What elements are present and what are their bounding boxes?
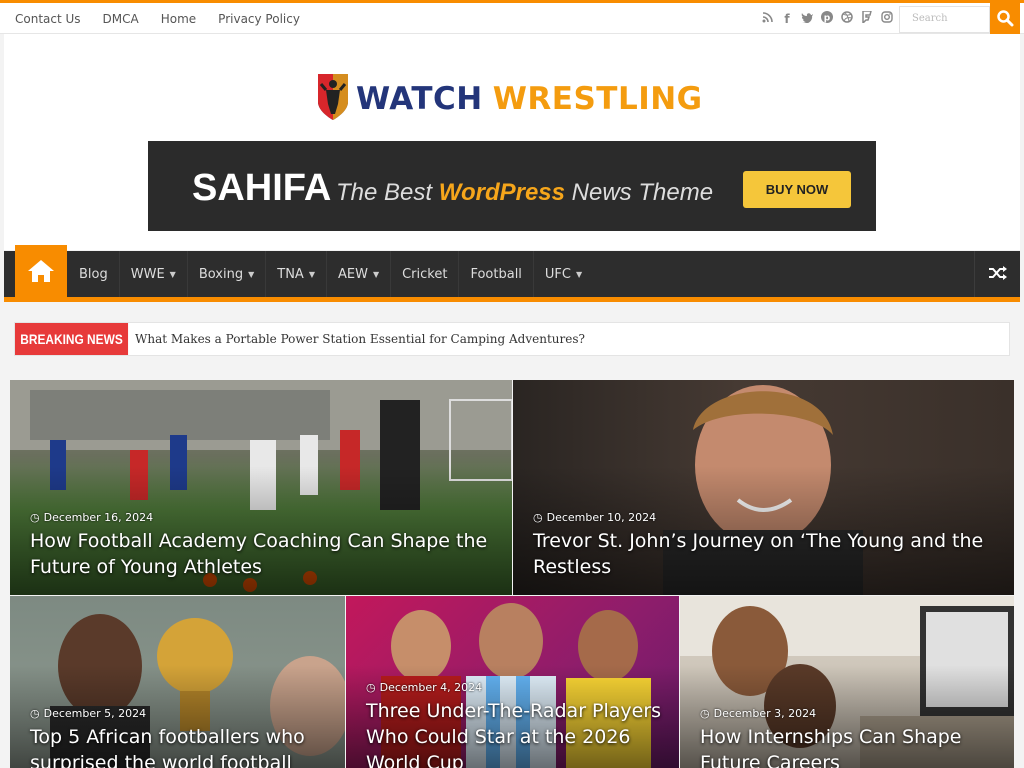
breaking-news-headline[interactable]: What Makes a Portable Power Station Esse… [135, 323, 585, 355]
nav-menu: Blog WWE ▼ Boxing ▼ TNA ▼ AEW ▼ Cricket Foot… [68, 251, 593, 297]
breaking-news-bar: BREAKING NEWS What Makes a Portable Powe… [14, 322, 1010, 356]
post-title[interactable]: How Internships Can Shape Future Careers [700, 724, 1000, 768]
main-nav: Blog WWE ▼ Boxing ▼ TNA ▼ AEW ▼ Cricket Foot… [4, 245, 1020, 302]
post-tile-3[interactable]: ◷ December 5, 2024 Top 5 African football… [10, 596, 345, 768]
post-date: ◷ December 4, 2024 [366, 681, 483, 694]
clock-icon: ◷ [30, 511, 40, 524]
post-date: ◷ December 3, 2024 [700, 707, 817, 720]
post-date: ◷ December 16, 2024 [30, 511, 154, 524]
twitter-icon[interactable] [800, 12, 814, 26]
breaking-news-label: BREAKING NEWS [15, 323, 129, 355]
home-button[interactable] [15, 245, 67, 297]
top-link-privacy-policy[interactable]: Privacy Policy [207, 12, 311, 26]
post-title[interactable]: Three Under-The-Radar Players Who Could … [366, 698, 666, 768]
nav-item-wwe[interactable]: WWE ▼ [120, 251, 188, 297]
pinterest-icon[interactable]: p [820, 11, 834, 26]
post-tile-4[interactable]: ◷ December 4, 2024 Three Under-The-Radar … [346, 596, 679, 768]
top-link-home[interactable]: Home [150, 12, 207, 26]
instagram-icon[interactable] [880, 11, 894, 26]
site-header: WATCH WRESTLING SAHIFA The Best WordPress… [4, 34, 1020, 250]
clock-icon: ◷ [366, 681, 376, 694]
top-links: Contact Us DMCA Home Privacy Policy [4, 3, 311, 34]
banner-tagline: The Best WordPress News Theme [336, 179, 714, 206]
nav-item-boxing[interactable]: Boxing ▼ [188, 251, 267, 297]
site-logo[interactable]: WATCH WRESTLING [316, 72, 703, 126]
dribbble-icon[interactable] [840, 11, 854, 26]
post-tile-5[interactable]: ◷ December 3, 2024 How Internships Can Sh… [680, 596, 1014, 768]
top-link-contact-us[interactable]: Contact Us [4, 12, 92, 26]
caret-down-icon: ▼ [308, 269, 315, 279]
buy-now-button[interactable]: BUY NOW [743, 171, 851, 208]
post-title[interactable]: Trevor St. John’s Journey on ‘The Young … [533, 528, 1003, 580]
caret-down-icon: ▼ [248, 269, 255, 279]
banner-title: SAHIFA [192, 167, 332, 209]
nav-item-tna[interactable]: TNA ▼ [266, 251, 327, 297]
wrestler-shield-icon [316, 72, 350, 126]
logo-word-watch: WATCH [356, 81, 483, 117]
rss-icon[interactable] [760, 11, 774, 26]
caret-down-icon: ▼ [169, 269, 176, 279]
top-link-dmca[interactable]: DMCA [92, 12, 150, 26]
svg-text:p: p [824, 14, 831, 24]
social-icons: f p [760, 3, 894, 34]
post-date: ◷ December 5, 2024 [30, 707, 147, 720]
post-date: ◷ December 10, 2024 [533, 511, 657, 524]
post-tile-2[interactable]: ◷ December 10, 2024 Trevor St. John’s Jou… [513, 380, 1014, 595]
search-input[interactable]: Search [899, 6, 990, 33]
clock-icon: ◷ [700, 707, 710, 720]
foursquare-icon[interactable] [860, 10, 874, 26]
facebook-icon[interactable]: f [780, 12, 794, 26]
post-title[interactable]: Top 5 African footballers who surprised … [30, 724, 330, 768]
nav-item-aew[interactable]: AEW ▼ [327, 251, 392, 297]
nav-item-football[interactable]: Football [459, 251, 534, 297]
logo-text: WATCH WRESTLING [356, 81, 703, 117]
clock-icon: ◷ [533, 511, 543, 524]
post-title[interactable]: How Football Academy Coaching Can Shape … [30, 528, 500, 580]
ad-banner[interactable]: SAHIFA The Best WordPress News Theme BUY… [148, 141, 876, 231]
caret-down-icon: ▼ [372, 269, 380, 279]
nav-item-cricket[interactable]: Cricket [391, 251, 460, 297]
clock-icon: ◷ [30, 707, 40, 720]
caret-down-icon: ▼ [576, 269, 583, 279]
top-bar: Contact Us DMCA Home Privacy Policy f p … [0, 0, 1024, 34]
post-tile-1[interactable]: ◷ December 16, 2024 How Football Academy … [10, 380, 512, 595]
random-article-button[interactable] [974, 251, 1020, 297]
nav-item-ufc[interactable]: UFC ▼ [534, 251, 593, 297]
nav-item-blog[interactable]: Blog [68, 251, 120, 297]
search-button[interactable] [990, 3, 1020, 34]
logo-word-wrestling: WRESTLING [492, 81, 703, 117]
